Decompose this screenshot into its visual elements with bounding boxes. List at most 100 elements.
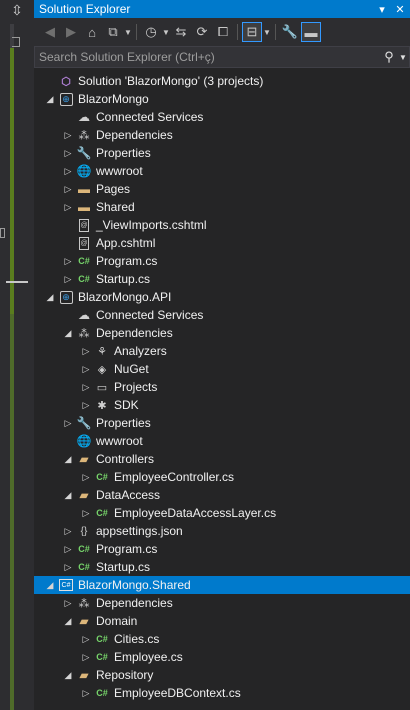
expand-arrow-icon[interactable]: ▷ — [60, 522, 76, 540]
pending-changes-icon[interactable]: ◷ — [141, 22, 161, 42]
expand-arrow-icon[interactable]: ▷ — [60, 198, 76, 216]
home-icon[interactable]: ⌂ — [82, 22, 102, 42]
tree-item-label: Domain — [96, 614, 138, 628]
tree-item-icon: ⁂ — [76, 127, 92, 143]
expand-arrow-icon[interactable]: ▷ — [78, 630, 94, 648]
tree-item[interactable]: ☁ Connected Services — [34, 306, 410, 324]
expand-arrow-icon[interactable]: ▷ — [78, 378, 94, 396]
collapse-arrow-icon[interactable]: ◢ — [60, 666, 76, 684]
tree-item[interactable]: ◢ ▰ Repository — [34, 666, 410, 684]
close-button[interactable]: ✕ — [392, 3, 408, 16]
properties-icon[interactable]: 🔧 — [280, 22, 300, 42]
expand-arrow-icon[interactable]: ▷ — [60, 558, 76, 576]
expand-arrow-icon[interactable]: ▷ — [78, 360, 94, 378]
tree-item-icon: ⚘ — [94, 343, 110, 359]
tree-item-label: EmployeeDataAccessLayer.cs — [114, 506, 277, 520]
expand-arrow-icon[interactable]: ▷ — [60, 594, 76, 612]
expand-arrow-icon[interactable]: ▷ — [78, 648, 94, 666]
tree-item[interactable]: ▷ {} appsettings.json — [34, 522, 410, 540]
tree-item[interactable]: ▷ C# Startup.cs — [34, 558, 410, 576]
tree-item[interactable]: @ App.cshtml — [34, 234, 410, 252]
expand-arrow-icon[interactable]: ▷ — [78, 342, 94, 360]
analyzers-icon: ⚘ — [97, 345, 107, 358]
expand-arrow-icon[interactable]: ▷ — [60, 126, 76, 144]
tree-item[interactable]: ◢ ▰ Controllers — [34, 450, 410, 468]
tree-item[interactable]: ▷ ✱ SDK — [34, 396, 410, 414]
switch-views-icon[interactable]: ⧉ — [103, 22, 123, 42]
tree-item[interactable]: ◢ ▰ DataAccess — [34, 486, 410, 504]
scroll-thumb[interactable] — [6, 281, 28, 283]
search-input[interactable] — [39, 50, 381, 64]
tree-item[interactable]: ▷ C# Program.cs — [34, 540, 410, 558]
collapse-arrow-icon[interactable]: ◢ — [60, 612, 76, 630]
tree-item-label: wwwroot — [96, 164, 143, 178]
tree-item[interactable]: ▷ ⁂ Dependencies — [34, 594, 410, 612]
tree-item[interactable]: ◢ ⊕ BlazorMongo — [34, 90, 410, 108]
expand-arrow-icon[interactable]: ▷ — [60, 540, 76, 558]
tree-item[interactable]: ◢ ⊕ BlazorMongo.API — [34, 288, 410, 306]
expand-arrow-icon[interactable]: ▷ — [60, 180, 76, 198]
tree-item[interactable]: ▷ C# Startup.cs — [34, 270, 410, 288]
tree-item-label: Dependencies — [96, 128, 173, 142]
collapse-arrow-icon[interactable]: ◢ — [60, 324, 76, 342]
collapse-arrow-icon[interactable]: ◢ — [42, 576, 58, 594]
razor-file-icon: @ — [79, 236, 89, 250]
expand-arrow-icon[interactable]: ▷ — [60, 162, 76, 180]
tree-item[interactable]: ☁ Connected Services — [34, 108, 410, 126]
collapse-arrow-icon[interactable]: ◢ — [60, 486, 76, 504]
back-icon[interactable]: ◀ — [40, 22, 60, 42]
tree-item[interactable]: ▷ C# EmployeeController.cs — [34, 468, 410, 486]
tree-item[interactable]: ▷ ⁂ Dependencies — [34, 126, 410, 144]
tree-item[interactable]: ▷ ⚘ Analyzers — [34, 342, 410, 360]
csharp-file-icon: C# — [78, 274, 90, 284]
tree-item[interactable]: ▷ ▬ Shared — [34, 198, 410, 216]
show-all-files-icon[interactable]: ⊟ — [242, 22, 262, 42]
expand-arrow-icon[interactable]: ▷ — [78, 396, 94, 414]
tree-item[interactable]: ▷ 🌐 wwwroot — [34, 162, 410, 180]
refresh-icon[interactable]: ⟳ — [192, 22, 212, 42]
tree-item-icon: ⊕ — [58, 91, 74, 107]
search-icon[interactable]: ⚲ — [381, 49, 397, 65]
tree-item[interactable]: ▷ C# EmployeeDBContext.cs — [34, 684, 410, 702]
preview-icon[interactable]: ▬ — [301, 22, 321, 42]
expand-arrow-icon[interactable]: ▷ — [60, 270, 76, 288]
chevron-down-icon[interactable]: ▼ — [162, 22, 170, 42]
toolbar-separator — [237, 24, 238, 40]
tree-item[interactable]: ▷ ◈ NuGet — [34, 360, 410, 378]
tree-item[interactable]: @ _ViewImports.cshtml — [34, 216, 410, 234]
pin-icon[interactable]: ⇳ — [9, 2, 25, 18]
expand-arrow-icon[interactable]: ▷ — [60, 252, 76, 270]
tree-item[interactable]: ◢ ⁂ Dependencies — [34, 324, 410, 342]
forward-icon[interactable]: ▶ — [61, 22, 81, 42]
tree-item[interactable]: ◢ C# BlazorMongo.Shared — [34, 576, 410, 594]
tree-item[interactable]: ▷ C# Program.cs — [34, 252, 410, 270]
chevron-down-icon[interactable]: ▼ — [124, 22, 132, 42]
tree-item[interactable]: ◢ ▰ Domain — [34, 612, 410, 630]
tree-item[interactable]: ▷ 🔧 Properties — [34, 414, 410, 432]
tree-item[interactable]: ▷ C# Cities.cs — [34, 630, 410, 648]
expand-arrow-icon[interactable]: ▷ — [78, 504, 94, 522]
window-position-button[interactable]: ▾ — [374, 3, 390, 16]
tree-item[interactable]: ▷ ▬ Pages — [34, 180, 410, 198]
collapse-all-icon[interactable]: ⧠ — [213, 22, 233, 42]
expand-arrow-icon[interactable]: ▷ — [60, 414, 76, 432]
tree-item[interactable]: ▷ C# Employee.cs — [34, 648, 410, 666]
tree-item[interactable]: ▷ 🔧 Properties — [34, 144, 410, 162]
tree-item-icon: ⬡ — [58, 73, 74, 89]
tree-item[interactable]: ⬡ Solution 'BlazorMongo' (3 projects) — [34, 72, 410, 90]
tree-item[interactable]: 🌐 wwwroot — [34, 432, 410, 450]
tree-item-label: Projects — [114, 380, 158, 394]
expand-arrow-icon[interactable]: ▷ — [78, 684, 94, 702]
collapse-arrow-icon[interactable]: ◢ — [42, 90, 58, 108]
expand-arrow-icon[interactable]: ▷ — [78, 468, 94, 486]
collapse-arrow-icon[interactable]: ◢ — [42, 288, 58, 306]
tree-item[interactable]: ▷ ▭ Projects — [34, 378, 410, 396]
tree-item-label: Program.cs — [96, 542, 158, 556]
chevron-down-icon[interactable]: ▼ — [397, 53, 409, 62]
tree-item-icon: C# — [94, 469, 110, 485]
chevron-down-icon[interactable]: ▼ — [263, 22, 271, 42]
collapse-arrow-icon[interactable]: ◢ — [60, 450, 76, 468]
tree-item[interactable]: ▷ C# EmployeeDataAccessLayer.cs — [34, 504, 410, 522]
expand-arrow-icon[interactable]: ▷ — [60, 144, 76, 162]
sync-icon[interactable]: ⇆ — [171, 22, 191, 42]
